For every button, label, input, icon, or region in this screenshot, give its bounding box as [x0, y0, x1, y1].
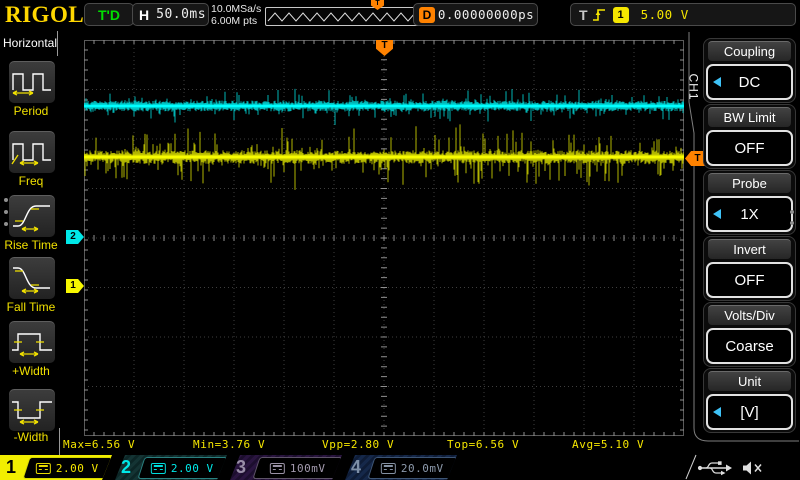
channel1-status[interactable]: 1 2.00 V [0, 455, 113, 480]
minus-width-icon [10, 394, 54, 426]
channel3-scale: 100mV [290, 462, 326, 475]
page-indicator-dots [790, 203, 794, 232]
measurement-vpp: Vpp=2.80 V [322, 438, 394, 451]
channel3-number: 3 [236, 457, 246, 477]
softkey-value: Coarse [725, 338, 773, 355]
plus-width-icon [10, 326, 54, 358]
delay-box[interactable]: D 0.00000000ps [413, 3, 538, 26]
waveform-display [84, 40, 684, 436]
delay-value: 0.00000000ps [435, 7, 537, 22]
trigger-info-box[interactable]: T 1 5.00 V [570, 3, 796, 26]
softkey-invert[interactable]: Invert OFF [703, 236, 796, 301]
channel1-scale: 2.00 V [56, 462, 99, 475]
fall-time-icon [10, 262, 54, 294]
measurement-max: Max=6.56 V [63, 438, 135, 451]
softkey-label: Coupling [708, 41, 791, 61]
menu-channel-label: CH1 [687, 73, 701, 100]
softkey-label: Volts/Div [708, 305, 791, 325]
softkey-coupling[interactable]: Coupling DC [703, 38, 796, 103]
softkey-unit[interactable]: Unit [V] [703, 368, 796, 433]
softkey-value: DC [739, 74, 761, 91]
measurement-avg: Avg=5.10 V [572, 438, 644, 451]
measurement-min: Min=3.76 V [193, 438, 265, 451]
plus-width-label: +Width [0, 364, 62, 378]
softkey-volts-div[interactable]: Volts/Div Coarse [703, 302, 796, 367]
fall-time-button[interactable] [8, 256, 56, 300]
softkey-probe[interactable]: Probe 1X [703, 170, 796, 235]
trigger-status-badge: T'D [84, 3, 134, 26]
memory-depth: 6.00M pts [211, 15, 261, 27]
timebase-value: 50.0ms [156, 7, 206, 22]
dc-coupling-icon [381, 463, 396, 474]
ch1-position-marker[interactable]: 1 [66, 279, 84, 293]
usb-icon [698, 461, 732, 475]
rising-edge-icon [592, 7, 607, 23]
ch2-position-marker[interactable]: 2 [66, 230, 84, 244]
freq-label: Freq [0, 174, 62, 188]
channel2-scale: 2.00 V [171, 462, 214, 475]
trigger-label: T [579, 7, 588, 23]
channel1-number: 1 [6, 457, 16, 477]
period-label: Period [0, 104, 62, 118]
dc-coupling-icon [36, 463, 51, 474]
dc-coupling-icon [270, 463, 285, 474]
channel2-status[interactable]: 2 2.00 V [115, 455, 228, 480]
oscilloscope-screen: RIGOL T'D H 50.0ms 10.0MSa/s 6.00M pts T… [0, 0, 800, 480]
softkey-value: OFF [735, 272, 765, 289]
sample-rate: 10.0MSa/s [211, 3, 261, 15]
freq-icon [10, 136, 54, 168]
channel4-number: 4 [351, 457, 361, 477]
left-arrow-icon [713, 77, 721, 87]
timebase-box[interactable]: H 50.0ms [132, 3, 209, 26]
rise-time-label: Rise Time [0, 238, 62, 252]
period-icon [10, 66, 54, 98]
fall-time-label: Fall Time [0, 300, 62, 314]
softkey-value: 1X [740, 206, 758, 223]
dc-coupling-icon [151, 463, 166, 474]
channel4-scale: 20.0mV [401, 462, 444, 475]
horizontal-label: H [139, 7, 149, 23]
channel2-number: 2 [121, 457, 131, 477]
softkey-label: BW Limit [708, 107, 791, 127]
acquisition-info: 10.0MSa/s 6.00M pts [211, 3, 261, 27]
softkey-value: [V] [740, 404, 758, 421]
delay-label: D [419, 7, 435, 23]
channel4-status[interactable]: 4 20.0mV [345, 455, 458, 480]
softkey-label: Invert [708, 239, 791, 259]
menu-title: Horizontal [0, 31, 58, 56]
minus-width-button[interactable] [8, 388, 56, 432]
softkey-value: OFF [735, 140, 765, 157]
rigol-logo: RIGOL [5, 2, 84, 28]
freq-button[interactable] [8, 130, 56, 174]
trigger-source-badge: 1 [613, 7, 629, 23]
channel3-status[interactable]: 3 100mV [230, 455, 343, 480]
divider [59, 428, 60, 455]
left-arrow-icon [713, 209, 721, 219]
speaker-muted-icon [743, 462, 761, 475]
softkey-bw-limit[interactable]: BW Limit OFF [703, 104, 796, 169]
left-arrow-icon [713, 407, 721, 417]
minus-width-label: -Width [0, 430, 62, 444]
softkey-label: Probe [708, 173, 791, 193]
rise-time-icon [10, 200, 54, 232]
plus-width-button[interactable] [8, 320, 56, 364]
trigger-level-value: 5.00 V [641, 7, 689, 22]
softkey-label: Unit [708, 371, 791, 391]
page-indicator-dots [4, 190, 8, 234]
rise-time-button[interactable] [8, 194, 56, 238]
period-button[interactable] [8, 60, 56, 104]
measurement-top: Top=6.56 V [447, 438, 519, 451]
status-icons [697, 459, 769, 477]
